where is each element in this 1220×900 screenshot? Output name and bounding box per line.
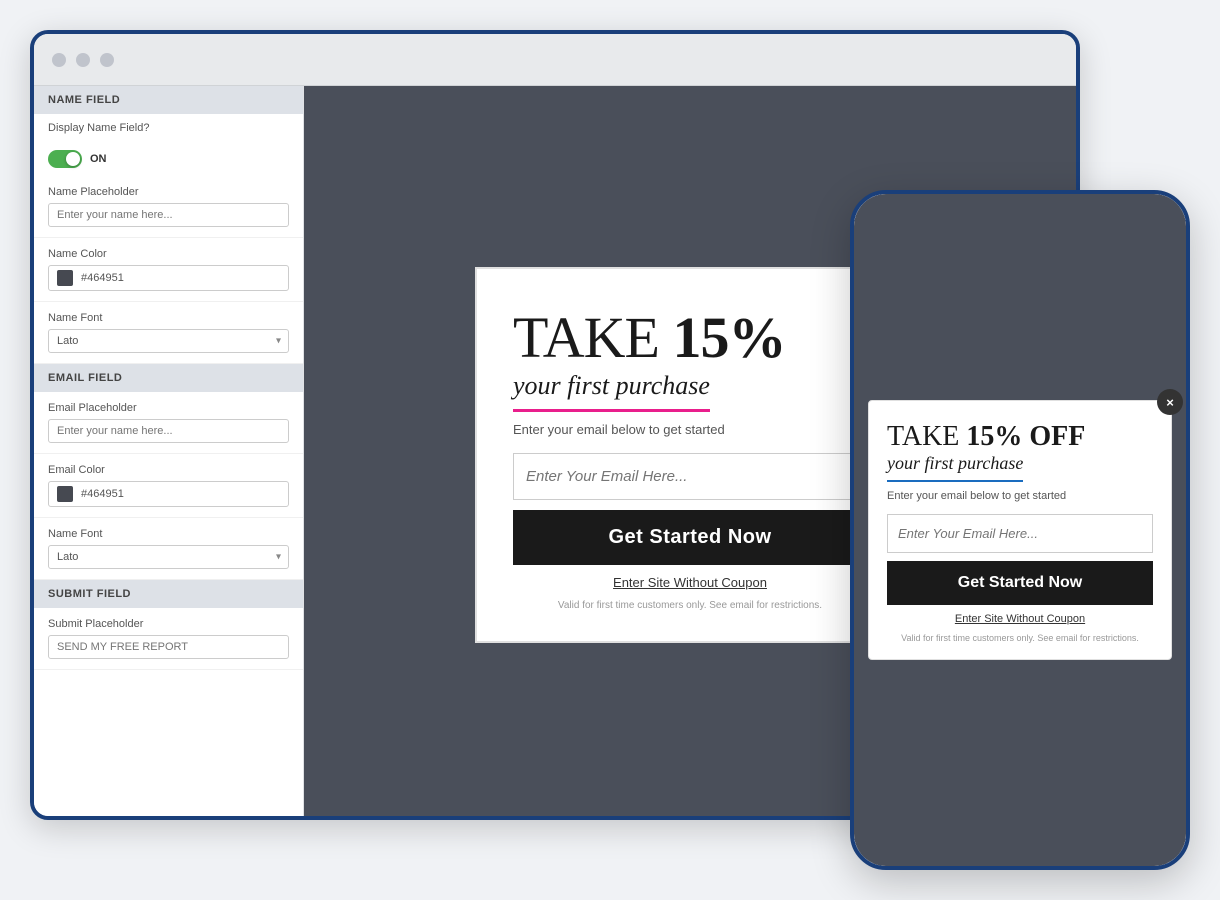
mobile-popup-fine-print: Valid for first time customers only. See… — [887, 633, 1153, 643]
desktop-popup-subtitle: your first purchase — [513, 367, 867, 412]
outer-wrapper: NAME FIELD Display Name Field? ON Name P… — [30, 30, 1190, 870]
email-color-box — [57, 486, 73, 502]
email-placeholder-input[interactable] — [48, 419, 289, 443]
name-color-value: #464951 — [81, 272, 124, 284]
email-color-label: Email Color — [48, 464, 289, 476]
mobile-popup: × TAKE 15% OFF your first purchase Enter… — [868, 400, 1172, 660]
email-font-select[interactable]: Lato — [48, 545, 289, 569]
toggle-control-row: ON — [34, 142, 303, 176]
mobile-popup-title: TAKE 15% OFF — [887, 423, 1153, 451]
name-font-select-wrap: Lato — [48, 329, 289, 353]
display-name-toggle[interactable] — [48, 150, 82, 168]
desktop-popup-fine-print: Valid for first time customers only. See… — [513, 600, 867, 611]
titlebar-dot-2 — [76, 53, 90, 67]
mobile-popup-skip-link[interactable]: Enter Site Without Coupon — [887, 613, 1153, 625]
mobile-screen: × TAKE 15% OFF your first purchase Enter… — [854, 194, 1186, 866]
sidebar-section-submit-field: SUBMIT FIELD — [34, 580, 303, 608]
desktop-titlebar — [34, 34, 1076, 86]
name-font-label: Name Font — [48, 312, 289, 324]
titlebar-dot-3 — [100, 53, 114, 67]
name-color-box — [57, 270, 73, 286]
submit-placeholder-input[interactable] — [48, 635, 289, 659]
name-font-select[interactable]: Lato — [48, 329, 289, 353]
email-placeholder-field: Email Placeholder — [34, 392, 303, 454]
name-font-field: Name Font Lato — [34, 302, 303, 364]
name-placeholder-label: Name Placeholder — [48, 186, 289, 198]
mobile-popup-submit-button[interactable]: Get Started Now — [887, 561, 1153, 605]
mobile-popup-email-input[interactable] — [887, 514, 1153, 553]
desktop-popup: TAKE 15% your first purchase Enter your … — [475, 267, 905, 643]
popup-title-bold: 15% — [672, 305, 785, 370]
name-color-swatch[interactable]: #464951 — [48, 265, 289, 291]
titlebar-dot-1 — [52, 53, 66, 67]
mobile-popup-subtitle-text: your first purchase — [887, 453, 1023, 482]
name-placeholder-field: Name Placeholder — [34, 176, 303, 238]
submit-placeholder-label: Submit Placeholder — [48, 618, 289, 630]
name-color-field: Name Color #464951 — [34, 238, 303, 302]
popup-title-regular: TAKE — [513, 305, 672, 370]
mobile-popup-title-bold: 15% OFF — [966, 421, 1085, 452]
popup-subtitle-text: your first purchase — [513, 371, 710, 412]
toggle-display-name-label: Display Name Field? — [48, 122, 289, 134]
email-font-field: Name Font Lato — [34, 518, 303, 580]
mobile-popup-title-regular: TAKE — [887, 421, 966, 452]
email-color-value: #464951 — [81, 488, 124, 500]
email-font-select-wrap: Lato — [48, 545, 289, 569]
toggle-on-label: ON — [90, 153, 107, 165]
name-placeholder-input[interactable] — [48, 203, 289, 227]
email-color-swatch[interactable]: #464951 — [48, 481, 289, 507]
email-font-label: Name Font — [48, 528, 289, 540]
desktop-popup-email-input[interactable] — [513, 453, 867, 500]
submit-placeholder-field: Submit Placeholder — [34, 608, 303, 670]
name-color-label: Name Color — [48, 248, 289, 260]
sidebar-section-email-field: EMAIL FIELD — [34, 364, 303, 392]
mobile-popup-close-button[interactable]: × — [1157, 389, 1183, 415]
mobile-popup-subtitle-wrap: your first purchase — [887, 451, 1153, 482]
desktop-popup-title: TAKE 15% — [513, 309, 867, 367]
toggle-row-display-name: Display Name Field? — [34, 114, 303, 142]
sidebar: NAME FIELD Display Name Field? ON Name P… — [34, 86, 304, 820]
mobile-popup-desc: Enter your email below to get started — [887, 490, 1153, 502]
sidebar-section-name-field: NAME FIELD — [34, 86, 303, 114]
desktop-popup-desc: Enter your email below to get started — [513, 422, 867, 437]
mobile-mockup: × TAKE 15% OFF your first purchase Enter… — [850, 190, 1190, 870]
desktop-popup-submit-button[interactable]: Get Started Now — [513, 510, 867, 565]
desktop-popup-skip-link[interactable]: Enter Site Without Coupon — [513, 575, 867, 590]
email-color-field: Email Color #464951 — [34, 454, 303, 518]
email-placeholder-label: Email Placeholder — [48, 402, 289, 414]
